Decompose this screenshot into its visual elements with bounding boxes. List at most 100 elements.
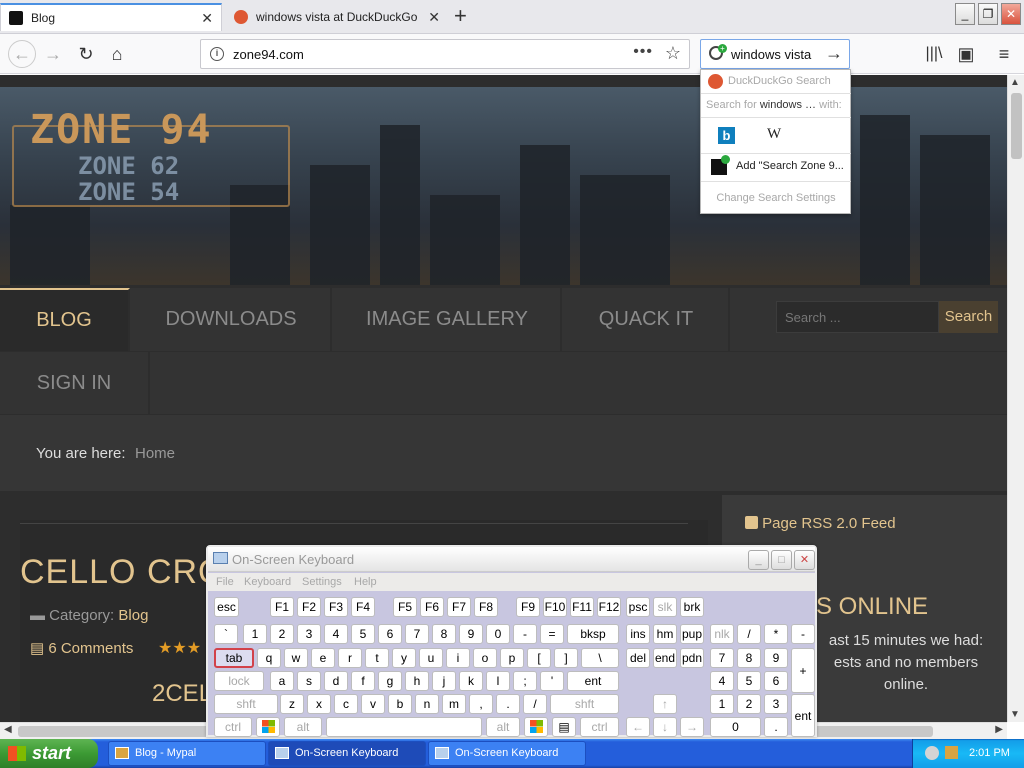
url-bar[interactable]: i zone94.com ••• ☆ — [200, 39, 690, 69]
osk-title-bar[interactable]: On-Screen Keyboard _ □ ✕ — [208, 547, 815, 572]
key-5[interactable]: 5 — [737, 671, 761, 691]
osk-close-button[interactable]: ✕ — [794, 550, 815, 570]
key-F9[interactable]: F9 — [516, 597, 540, 617]
key-ent[interactable]: ent — [567, 671, 619, 691]
go-arrow-icon[interactable]: → — [825, 43, 843, 64]
menu-icon[interactable]: ≡ — [992, 42, 1016, 66]
key-=[interactable]: = — [540, 624, 564, 644]
key-shft[interactable]: shft — [550, 694, 619, 714]
key-;[interactable]: ; — [513, 671, 537, 691]
key-d[interactable]: d — [324, 671, 348, 691]
taskbar-item-osk-2[interactable]: On-Screen Keyboard — [428, 741, 586, 766]
key-e[interactable]: e — [311, 648, 335, 668]
key-3[interactable]: 3 — [764, 694, 788, 714]
scroll-thumb[interactable] — [1011, 93, 1022, 159]
key-/[interactable]: / — [523, 694, 547, 714]
key-s[interactable]: s — [297, 671, 321, 691]
key-slk[interactable]: slk — [653, 597, 677, 617]
post-rating-stars[interactable]: ★★★ — [158, 638, 201, 658]
start-button[interactable]: start — [0, 739, 98, 768]
key-↑[interactable]: ↑ — [653, 694, 677, 714]
key-/[interactable]: / — [737, 624, 761, 644]
key-F3[interactable]: F3 — [324, 597, 348, 617]
key-6[interactable]: 6 — [378, 624, 402, 644]
key-.[interactable]: . — [496, 694, 520, 714]
key-3[interactable]: 3 — [297, 624, 321, 644]
key-o[interactable]: o — [473, 648, 497, 668]
change-search-settings-button[interactable]: Change Search Settings — [701, 182, 851, 214]
site-search-input[interactable]: Search ... — [776, 301, 939, 333]
key-*[interactable]: * — [764, 624, 788, 644]
key-7[interactable]: 7 — [710, 648, 734, 668]
vertical-scrollbar[interactable]: ▲ ▼ — [1007, 75, 1024, 722]
scroll-left-icon[interactable]: ◀ — [4, 724, 12, 735]
key-psc[interactable]: psc — [626, 597, 650, 617]
key-0[interactable]: 0 — [710, 717, 761, 737]
bing-engine-button[interactable]: b — [718, 127, 735, 144]
taskbar-item-osk-1[interactable]: On-Screen Keyboard — [268, 741, 426, 766]
key-F1[interactable]: F1 — [270, 597, 294, 617]
key-numpad-plus[interactable]: + — [791, 648, 815, 693]
key-space[interactable] — [326, 717, 482, 737]
key-j[interactable]: j — [432, 671, 456, 691]
close-tab-icon[interactable]: ✕ — [428, 9, 440, 26]
key-`[interactable]: ` — [214, 624, 238, 644]
volume-icon[interactable] — [945, 746, 958, 759]
key-t[interactable]: t — [365, 648, 389, 668]
key-p[interactable]: p — [500, 648, 524, 668]
osk-menu-file[interactable]: File — [216, 576, 234, 588]
key-'[interactable]: ' — [540, 671, 564, 691]
scroll-up-icon[interactable]: ▲ — [1010, 77, 1020, 88]
key-F4[interactable]: F4 — [351, 597, 375, 617]
key-w[interactable]: w — [284, 648, 308, 668]
sidebar-icon[interactable]: ▣ — [954, 42, 978, 66]
scroll-down-icon[interactable]: ▼ — [1010, 709, 1020, 720]
key--[interactable]: - — [791, 624, 815, 644]
page-actions-icon[interactable]: ••• — [633, 43, 653, 61]
osk-menu-help[interactable]: Help — [354, 576, 377, 588]
key-v[interactable]: v — [361, 694, 385, 714]
key-tab[interactable]: tab — [214, 648, 254, 668]
key-k[interactable]: k — [459, 671, 483, 691]
key-ctrl[interactable]: ctrl — [580, 717, 619, 737]
key-5[interactable]: 5 — [351, 624, 375, 644]
osk-minimize-button[interactable]: _ — [748, 550, 769, 570]
site-logo[interactable]: ZONE 94 — [30, 107, 213, 153]
key-F6[interactable]: F6 — [420, 597, 444, 617]
network-icon[interactable] — [925, 746, 939, 760]
scroll-right-icon[interactable]: ▶ — [995, 724, 1003, 735]
key-u[interactable]: u — [419, 648, 443, 668]
key-h[interactable]: h — [405, 671, 429, 691]
key-8[interactable]: 8 — [737, 648, 761, 668]
key-9[interactable]: 9 — [459, 624, 483, 644]
menu-item-quack-it[interactable]: QUACK IT — [564, 288, 730, 351]
site-search-button[interactable]: Search — [939, 301, 998, 333]
key-,[interactable]: , — [469, 694, 493, 714]
library-icon[interactable]: |||\ — [922, 42, 946, 66]
key-2[interactable]: 2 — [270, 624, 294, 644]
key-y[interactable]: y — [392, 648, 416, 668]
key-pdn[interactable]: pdn — [680, 648, 704, 668]
key-brk[interactable]: brk — [680, 597, 704, 617]
key-9[interactable]: 9 — [764, 648, 788, 668]
key-windows[interactable] — [256, 717, 280, 737]
key-g[interactable]: g — [378, 671, 402, 691]
key-F10[interactable]: F10 — [543, 597, 567, 617]
menu-item-image-gallery[interactable]: IMAGE GALLERY — [334, 288, 562, 351]
key-7[interactable]: 7 — [405, 624, 429, 644]
key-f[interactable]: f — [351, 671, 375, 691]
key-ins[interactable]: ins — [626, 624, 650, 644]
close-tab-icon[interactable]: ✕ — [201, 10, 213, 27]
key-F5[interactable]: F5 — [393, 597, 417, 617]
key-4[interactable]: 4 — [710, 671, 734, 691]
forward-arrow-icon[interactable]: → — [41, 42, 65, 66]
key-windows[interactable] — [524, 717, 548, 737]
key-a[interactable]: a — [270, 671, 294, 691]
key-1[interactable]: 1 — [710, 694, 734, 714]
key-2[interactable]: 2 — [737, 694, 761, 714]
close-window-button[interactable]: ✕ — [1001, 3, 1021, 25]
bookmark-star-icon[interactable]: ☆ — [665, 43, 681, 64]
key-→[interactable]: → — [680, 717, 704, 737]
breadcrumb-home-link[interactable]: Home — [135, 445, 175, 462]
key-[[interactable]: [ — [527, 648, 551, 668]
